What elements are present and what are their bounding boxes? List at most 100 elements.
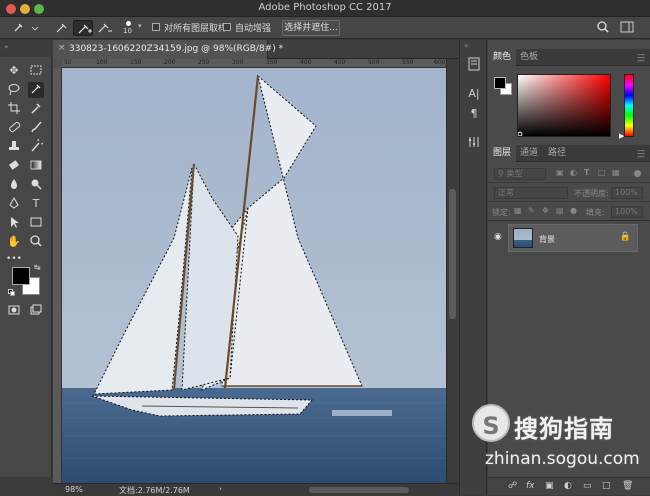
ruler-tick-label: 150: [130, 59, 142, 66]
layer-row[interactable]: 背景 🔒: [508, 224, 638, 252]
default-colors-icon[interactable]: [8, 289, 15, 296]
layer-name: 背景: [539, 235, 555, 244]
filter-type-icon[interactable]: T: [584, 168, 589, 177]
zoom-tool-icon[interactable]: [28, 234, 44, 250]
window-title: Adobe Photoshop CC 2017: [258, 2, 392, 13]
history-panel-icon[interactable]: [466, 56, 482, 72]
filter-adjustment-icon[interactable]: ◐: [570, 168, 577, 177]
layer-visibility-eye-icon[interactable]: ◉: [494, 232, 502, 242]
canvas[interactable]: [62, 68, 446, 483]
quick-mask-icon[interactable]: [6, 303, 22, 319]
lock-all-icon[interactable]: ●: [570, 206, 577, 215]
link-layers-icon[interactable]: ☍: [508, 481, 517, 491]
layers-panel-tabs: 图层 通道 路径 — — —: [488, 145, 650, 162]
hue-slider[interactable]: [624, 74, 634, 137]
gradient-tool-icon[interactable]: [28, 158, 44, 174]
layer-style-icon[interactable]: fx: [526, 481, 535, 491]
search-button[interactable]: [596, 20, 610, 34]
vertical-ruler[interactable]: [53, 68, 62, 483]
new-selection-button[interactable]: [52, 20, 72, 36]
expand-panels-icon[interactable]: «: [464, 42, 468, 50]
type-tool-icon[interactable]: T: [28, 196, 44, 212]
filter-smart-object-icon[interactable]: ▦: [612, 168, 620, 177]
document-tab[interactable]: × 330823-1606220Z34159.jpg @ 98%(RGB/8#)…: [53, 40, 283, 59]
brush-size-value: 10: [123, 27, 132, 35]
document-tab-title: 330823-1606220Z34159.jpg @ 98%(RGB/8#) *: [69, 44, 284, 54]
dodge-tool-icon[interactable]: [28, 177, 44, 193]
brush-picker[interactable]: 10 ▾: [122, 20, 146, 38]
color-panel-foreground-swatch[interactable]: [494, 77, 506, 89]
clone-stamp-tool-icon[interactable]: [6, 139, 22, 155]
adjustment-layer-icon[interactable]: ◐: [564, 481, 572, 491]
new-group-icon[interactable]: ▭: [583, 481, 592, 491]
adjustments-panel-icon[interactable]: [466, 134, 482, 150]
panel-menu-icon[interactable]: — — —: [636, 147, 645, 161]
blend-mode-select[interactable]: 正常: [494, 187, 568, 199]
lasso-tool-icon[interactable]: [6, 82, 22, 98]
tab-paths[interactable]: 路径: [543, 145, 571, 162]
ruler-origin[interactable]: [53, 59, 62, 68]
paragraph-panel-icon[interactable]: ¶: [466, 106, 482, 122]
hand-tool-icon[interactable]: ✋: [6, 234, 22, 250]
horizontal-scrollbar-thumb[interactable]: [309, 487, 409, 493]
healing-brush-tool-icon[interactable]: [6, 120, 22, 136]
auto-enhance-checkbox[interactable]: [223, 23, 231, 31]
subtract-from-selection-button[interactable]: [94, 20, 114, 36]
more-tools-icon[interactable]: •••: [6, 251, 22, 267]
swap-colors-icon[interactable]: ↹: [34, 263, 41, 272]
tab-channels[interactable]: 通道: [515, 145, 543, 162]
tab-swatches[interactable]: 色板: [515, 49, 543, 66]
workspace-switcher-button[interactable]: [620, 20, 634, 34]
lock-transparency-icon[interactable]: ▦: [514, 206, 522, 215]
tool-preset-picker[interactable]: [10, 20, 40, 36]
document-size[interactable]: 文档:2.76M/2.76M: [119, 485, 190, 496]
history-brush-tool-icon[interactable]: [28, 137, 45, 155]
panel-menu-icon[interactable]: — — —: [636, 51, 645, 65]
tab-layers[interactable]: 图层: [488, 145, 517, 162]
pen-tool-icon[interactable]: [6, 196, 22, 212]
filter-toggle-icon[interactable]: [634, 170, 641, 177]
eyedropper-tool-icon[interactable]: [28, 101, 44, 117]
add-selection-icon: [78, 24, 92, 34]
close-tab-icon[interactable]: ×: [58, 43, 66, 53]
select-and-mask-button[interactable]: 选择并遮住...: [282, 20, 340, 36]
screen-mode-icon[interactable]: [28, 303, 44, 319]
tab-color[interactable]: 颜色: [488, 49, 517, 66]
hue-slider-handle-icon[interactable]: ▶: [619, 132, 624, 140]
layer-lock-icon[interactable]: 🔒: [620, 232, 631, 242]
lock-artboard-icon[interactable]: ▤: [556, 206, 564, 215]
sogou-logo: S: [472, 404, 510, 442]
opacity-input[interactable]: 100%: [611, 187, 643, 199]
new-layer-icon[interactable]: □: [602, 481, 611, 491]
vertical-scrollbar-thumb[interactable]: [449, 189, 456, 319]
new-selection-icon: [56, 23, 67, 33]
delete-layer-icon[interactable]: 🗑: [622, 481, 633, 491]
vertical-scrollbar[interactable]: [446, 59, 458, 483]
ruler-tick-label: 350: [266, 59, 278, 66]
zoom-level[interactable]: 98%: [65, 485, 83, 494]
eraser-tool-icon[interactable]: [6, 158, 22, 174]
quick-selection-tool-icon[interactable]: [28, 82, 44, 98]
horizontal-ruler[interactable]: 50 100 150 200 250 300 350 400 450 500 5…: [62, 59, 446, 68]
crop-tool-icon[interactable]: [6, 101, 22, 117]
lock-image-pixels-icon[interactable]: ✎: [528, 206, 535, 215]
brush-tool-icon[interactable]: [28, 120, 44, 136]
character-panel-icon[interactable]: A|: [466, 86, 482, 102]
filter-pixel-icon[interactable]: ▣: [556, 168, 564, 177]
fill-input[interactable]: 100%: [611, 206, 643, 218]
sample-all-layers-checkbox[interactable]: [152, 23, 160, 31]
marquee-tool-icon[interactable]: [28, 63, 44, 79]
status-menu-arrow-icon[interactable]: ›: [219, 485, 222, 493]
rectangle-tool-icon[interactable]: [28, 215, 44, 231]
lock-position-icon[interactable]: ✥: [542, 206, 549, 215]
path-selection-tool-icon[interactable]: [6, 215, 22, 231]
move-tool-icon[interactable]: ✥: [6, 63, 22, 79]
foreground-color-swatch[interactable]: [12, 267, 30, 285]
add-to-selection-button[interactable]: [73, 20, 93, 36]
toolbar-collapse-icon[interactable]: »: [4, 43, 8, 51]
add-mask-icon[interactable]: ▣: [545, 481, 554, 491]
blur-tool-icon[interactable]: [6, 177, 22, 193]
color-picker-field[interactable]: [517, 74, 611, 137]
filter-shape-icon[interactable]: □: [598, 168, 606, 177]
layer-filter-select[interactable]: ⚲ 类型: [494, 168, 546, 180]
